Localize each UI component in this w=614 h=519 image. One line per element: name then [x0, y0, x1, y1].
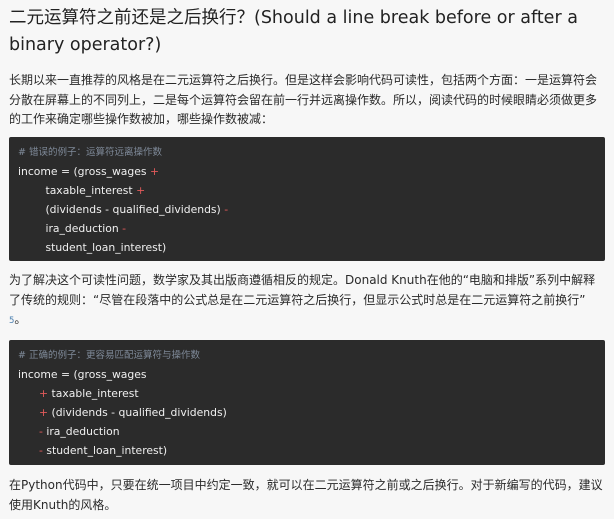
code-line: + taxable_interest	[39, 387, 139, 401]
paragraph-text: 为了解决这个可读性问题，数学家及其出版商遵循相反的规定。Donald Knuth…	[9, 273, 596, 307]
code-text: taxable_interest	[18, 184, 137, 197]
code-text: income = (gross_wages	[18, 368, 147, 381]
paragraph-intro: 长期以来一直推荐的风格是在二元运算符之后换行。但是这样会影响代码可读性，包括两个…	[9, 73, 598, 127]
paragraph-knuth: 为了解决这个可读性问题，数学家及其出版商遵循相反的规定。Donald Knuth…	[9, 271, 607, 332]
citation-link[interactable]: 5	[9, 316, 14, 326]
code-text: (dividends - qualified_dividends)	[48, 406, 227, 419]
section-heading: 二元运算符之前还是之后换行？(Should a line break befor…	[9, 8, 578, 55]
code-operator: -	[122, 222, 127, 235]
code-operator: +	[39, 406, 49, 419]
code-line: income = (gross_wages	[18, 368, 147, 382]
code-text: student_loan_interest)	[42, 444, 168, 457]
code-line: - student_loan_interest)	[39, 444, 167, 458]
code-comment: # 错误的例子：运算符远离操作数	[18, 147, 162, 158]
document-page: 二元运算符之前还是之后换行？(Should a line break befor…	[0, 0, 614, 519]
code-text: ira_deduction	[18, 222, 123, 235]
code-text: (dividends - qualified_dividends)	[18, 203, 225, 216]
code-block-wrong: # 错误的例子：运算符远离操作数 income = (gross_wages +…	[9, 137, 605, 261]
code-text: student_loan_interest)	[18, 241, 167, 254]
code-text: ira_deduction	[42, 425, 120, 438]
paragraph-tail: 。	[14, 312, 27, 327]
code-text: taxable_interest	[48, 387, 139, 400]
code-block-right: # 正确的例子：更容易匹配运算符与操作数 income = (gross_wag…	[9, 340, 605, 465]
code-line: income = (gross_wages +	[18, 165, 159, 179]
code-line: taxable_interest +	[18, 184, 145, 198]
code-line: + (dividends - qualified_dividends)	[39, 406, 227, 420]
code-comment: # 正确的例子：更容易匹配运算符与操作数	[18, 350, 200, 361]
paragraph-conclusion: 在Python代码中，只要在统一项目中约定一致，就可以在二元运算符之前或之后换行…	[9, 478, 603, 512]
code-line: ira_deduction -	[18, 222, 126, 236]
code-operator: +	[136, 184, 146, 197]
code-line: (dividends - qualified_dividends) -	[18, 203, 228, 217]
code-line: student_loan_interest)	[18, 241, 166, 255]
code-operator: -	[224, 203, 229, 216]
code-operator: +	[149, 165, 160, 178]
code-operator: +	[39, 387, 49, 400]
code-line: - ira_deduction	[39, 425, 120, 439]
code-text: income = (gross_wages	[18, 165, 150, 178]
